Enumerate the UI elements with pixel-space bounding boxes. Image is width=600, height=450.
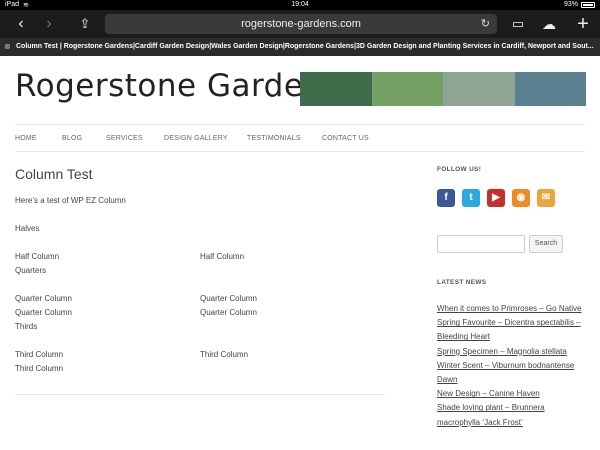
third-column: Third Column <box>200 350 249 359</box>
url-text: rogerstone-gardens.com <box>241 18 361 30</box>
swatch-1 <box>300 72 372 106</box>
halves-row: Half Column Half Column <box>15 250 385 264</box>
quarters-row: Quarter Column Quarter Column Quarter Co… <box>15 292 385 320</box>
follow-us-heading: FOLLOW US! <box>437 166 482 173</box>
address-bar[interactable]: rogerstone-gardens.com ↻ <box>105 14 497 34</box>
quarter-column: Quarter Column <box>200 294 257 303</box>
social-icons: f t ▶ ◉ ✉ <box>437 189 587 211</box>
thirds-right: Third Column <box>200 348 248 362</box>
third-column: Third Column <box>15 364 64 373</box>
header-color-swatches <box>300 72 586 106</box>
post-content: Column Test Here’s a test of WP EZ Colum… <box>15 166 385 376</box>
cloud-tabs-icon[interactable]: ☁ <box>538 14 560 34</box>
latest-news-list: When it comes to Primroses – Go Native S… <box>437 302 587 430</box>
quarters-left: Quarter Column Quarter Column <box>15 292 72 320</box>
news-link[interactable]: Winter Scent – Viburnum bodnantense Dawn <box>437 359 587 387</box>
swatch-2 <box>371 72 443 106</box>
clock: 19:04 <box>291 1 309 8</box>
battery-icon <box>581 2 595 8</box>
swatch-4 <box>514 72 586 106</box>
quarters-heading: Quarters <box>15 266 47 275</box>
search-button[interactable]: Search <box>529 235 563 253</box>
quarter-column: Quarter Column <box>15 294 72 303</box>
battery-percent: 93% <box>563 1 578 8</box>
news-link[interactable]: When it comes to Primroses – Go Native <box>437 302 587 316</box>
tab-bar: ⊗ Column Test | Rogerstone Gardens|Cardi… <box>0 38 600 56</box>
youtube-icon[interactable]: ▶ <box>487 189 505 207</box>
quarters-right: Quarter Column Quarter Column <box>200 292 257 320</box>
content-divider <box>15 394 385 395</box>
quarter-column: Quarter Column <box>15 308 72 317</box>
site-logo[interactable]: Rogerstone Gardens <box>15 68 340 104</box>
web-page: Rogerstone Gardens HOME BLOG SERVICES DE… <box>0 56 600 450</box>
thirds-left: Third Column Third Column <box>15 348 63 376</box>
half-column-right: Half Column <box>200 252 245 261</box>
thirds-heading: Thirds <box>15 322 38 331</box>
close-tab-icon[interactable]: ⊗ <box>4 38 14 56</box>
news-link[interactable]: New Design – Canine Haven <box>437 387 587 401</box>
swatch-3 <box>443 72 515 106</box>
news-link[interactable]: Spring Favourite – Dicentra spectabilis … <box>437 316 587 344</box>
search-form: Search <box>437 235 587 255</box>
nav-item-services[interactable]: SERVICES <box>106 125 143 153</box>
nav-item-design-gallery[interactable]: DESIGN GALLERY <box>164 125 228 153</box>
browser-toolbar: ‹ › ⇪ rogerstone-gardens.com ↻ ▭ ☁ + <box>0 10 600 38</box>
nav-item-blog[interactable]: BLOG <box>62 125 82 153</box>
nav-item-testimonials[interactable]: TESTIMONIALS <box>247 125 301 153</box>
latest-news-heading: LATEST NEWS <box>437 279 487 286</box>
tab-title[interactable]: Column Test | Rogerstone Gardens|Cardiff… <box>16 38 596 56</box>
news-link[interactable]: Spring Specimen – Magnolia stellata <box>437 345 587 359</box>
main-nav: HOME BLOG SERVICES DESIGN GALLERY TESTIM… <box>15 124 585 152</box>
back-arrow-icon[interactable]: ‹ <box>10 14 32 34</box>
status-bar: iPad ≋ 19:04 93% <box>0 0 600 10</box>
sidebar: FOLLOW US! f t ▶ ◉ ✉ Search LATEST NEWS … <box>437 166 587 430</box>
forward-arrow-icon[interactable]: › <box>38 14 60 34</box>
twitter-icon[interactable]: t <box>462 189 480 207</box>
nav-item-contact-us[interactable]: CONTACT US <box>322 125 369 153</box>
search-input[interactable] <box>437 235 525 253</box>
half-column-left: Half Column <box>15 252 60 261</box>
rss-icon[interactable]: ◉ <box>512 189 530 207</box>
quarter-column: Quarter Column <box>200 308 257 317</box>
nav-item-home[interactable]: HOME <box>15 125 37 153</box>
bookmarks-icon[interactable]: ▭ <box>507 14 529 34</box>
share-icon[interactable]: ⇪ <box>74 14 96 34</box>
news-link[interactable]: Shade loving plant – Brunnera macrophyll… <box>437 401 587 429</box>
thirds-row: Third Column Third Column Third Column <box>15 348 385 376</box>
email-icon[interactable]: ✉ <box>537 189 555 207</box>
post-intro: Here’s a test of WP EZ Column <box>15 196 126 205</box>
reload-icon[interactable]: ↻ <box>481 14 490 34</box>
new-tab-icon[interactable]: + <box>572 14 594 34</box>
facebook-icon[interactable]: f <box>437 189 455 207</box>
third-column: Third Column <box>15 350 64 359</box>
page-title: Column Test <box>15 166 93 182</box>
halves-heading: Halves <box>15 224 40 233</box>
